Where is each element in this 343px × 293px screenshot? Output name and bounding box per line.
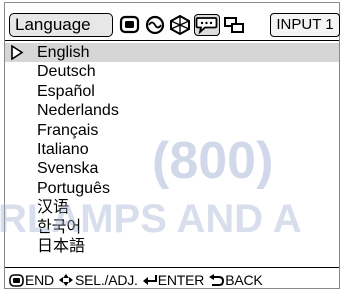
language-item[interactable]: Português	[5, 179, 339, 198]
footer-back: BACK	[208, 272, 263, 288]
language-item-label: Deutsch	[37, 63, 96, 81]
footer-sel-label: SEL./ADJ.	[74, 272, 138, 288]
selection-cursor-icon	[11, 45, 24, 60]
language-item[interactable]: Italiano	[5, 140, 339, 159]
language-item[interactable]: Deutsch	[5, 62, 339, 81]
input-indicator: INPUT 1	[270, 13, 340, 37]
language-icon[interactable]	[194, 14, 220, 36]
sync-icon[interactable]	[144, 14, 166, 36]
language-item-label: 한국어	[37, 218, 82, 236]
language-item[interactable]: Français	[5, 121, 339, 140]
language-item[interactable]: 한국어	[5, 218, 339, 237]
back-arrow-icon	[209, 273, 225, 286]
footer-sel: SEL./ADJ.	[58, 272, 138, 288]
language-item[interactable]: 日本語	[5, 237, 339, 256]
setup-icon[interactable]	[223, 14, 245, 36]
language-item-label: Nederlands	[37, 102, 119, 120]
language-item[interactable]: Svenska	[5, 159, 339, 178]
language-item[interactable]: English	[5, 43, 339, 63]
footer-enter: ENTER	[142, 272, 204, 288]
language-item-label: Italiano	[37, 140, 89, 158]
menu-button-icon	[9, 273, 24, 287]
footer-back-label: BACK	[225, 272, 263, 288]
language-item-label: 日本語	[37, 237, 86, 255]
language-item-label: Português	[37, 179, 110, 197]
enter-arrow-icon	[142, 275, 157, 285]
language-item[interactable]: Nederlands	[5, 101, 339, 120]
osd-menu-window: Language INPUT 1 English Deutsch Español…	[4, 2, 340, 289]
language-item-label: Svenska	[37, 160, 99, 178]
footer-divider	[5, 267, 339, 268]
language-item-label: English	[37, 44, 90, 61]
footer-end-label: END	[25, 272, 54, 288]
options-icon[interactable]	[169, 14, 191, 36]
tab-language[interactable]: Language	[9, 13, 113, 37]
language-item-label: Español	[37, 82, 95, 100]
footer-enter-label: ENTER	[157, 272, 205, 288]
language-item[interactable]: Español	[5, 82, 339, 101]
language-list: English Deutsch Español Nederlands Français I…	[5, 43, 339, 256]
four-way-arrow-icon	[58, 274, 73, 286]
picture-icon[interactable]	[119, 14, 141, 36]
header-divider	[5, 40, 339, 41]
footer-end: END	[9, 272, 54, 288]
language-item-label: Français	[37, 121, 99, 139]
language-item[interactable]: 汉语	[5, 198, 339, 217]
menu-icon-bar	[119, 14, 245, 36]
footer-guide: END SEL./ADJ. ENTER BACK	[9, 271, 339, 289]
menu-header: Language INPUT 1	[5, 3, 340, 39]
language-item-label: 汉语	[37, 199, 70, 217]
